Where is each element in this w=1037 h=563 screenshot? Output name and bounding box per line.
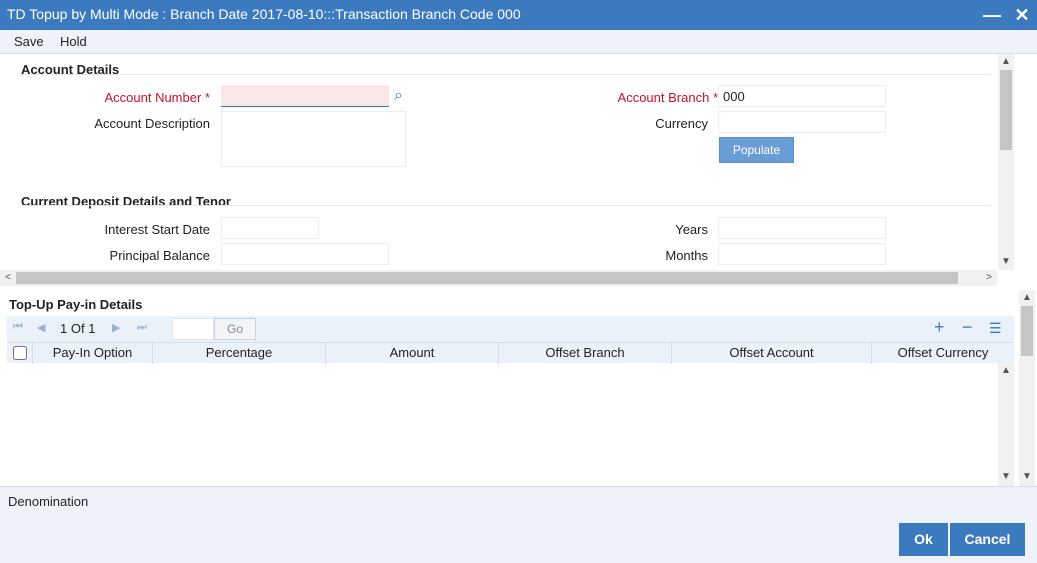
go-button[interactable]: Go <box>214 318 256 340</box>
section-divider <box>21 74 991 75</box>
populate-button[interactable]: Populate <box>719 137 794 163</box>
scroll-down-icon[interactable]: ▼ <box>1020 471 1034 483</box>
grid-header: Pay-In Option Percentage Amount Offset B… <box>7 342 1014 364</box>
page-indicator: 1 Of 1 <box>60 321 96 336</box>
currency-label: Currency <box>655 116 708 131</box>
previous-page-icon[interactable]: ◀ <box>37 321 45 334</box>
principal-balance-label: Principal Balance <box>109 248 210 263</box>
title-bar: TD Topup by Multi Mode : Branch Date 201… <box>0 0 1037 30</box>
scroll-up-icon[interactable]: ▲ <box>999 365 1013 377</box>
hold-menu-item[interactable]: Hold <box>60 34 87 49</box>
account-description-field[interactable] <box>221 111 406 167</box>
first-page-icon[interactable]: ⏮ <box>13 321 23 334</box>
scroll-left-icon[interactable]: < <box>1 272 15 284</box>
interest-start-date-label: Interest Start Date <box>104 222 211 237</box>
scroll-down-icon[interactable]: ▼ <box>999 256 1013 268</box>
remove-row-icon[interactable]: − <box>962 317 973 338</box>
panel-vertical-scrollbar[interactable]: ▲ ▼ <box>1019 290 1035 486</box>
account-branch-label: Account Branch * <box>617 90 718 105</box>
deposit-details-heading: Current Deposit Details and Tenor <box>21 194 231 209</box>
form-horizontal-scrollbar[interactable]: < > <box>0 270 997 286</box>
column-header[interactable]: Percentage <box>153 343 326 364</box>
grid-vertical-scrollbar[interactable]: ▲ ▼ <box>998 363 1014 486</box>
principal-balance-field[interactable] <box>221 243 389 265</box>
column-header[interactable]: Offset Account <box>672 343 872 364</box>
minimize-button[interactable]: — <box>980 3 1004 27</box>
select-all-checkbox[interactable] <box>12 346 27 360</box>
denomination-link[interactable]: Denomination <box>8 494 88 509</box>
page-number-input[interactable] <box>172 318 214 340</box>
form-vertical-scrollbar[interactable]: ▲ ▼ <box>998 54 1014 270</box>
cancel-button[interactable]: Cancel <box>950 523 1025 556</box>
account-number-label: Account Number * <box>104 90 210 105</box>
form-panel: Account Details Account Number * ⌕ Accou… <box>0 54 1037 286</box>
years-field[interactable] <box>718 217 886 239</box>
ok-button[interactable]: Ok <box>899 523 948 556</box>
add-row-icon[interactable]: + <box>934 317 945 338</box>
footer: Ok Cancel <box>0 516 1037 563</box>
account-branch-field[interactable]: 000 <box>718 85 886 107</box>
scroll-thumb[interactable] <box>1000 70 1012 150</box>
scroll-down-icon[interactable]: ▼ <box>999 471 1013 483</box>
scroll-up-icon[interactable]: ▲ <box>999 56 1013 68</box>
next-page-icon[interactable]: ▶ <box>112 321 120 334</box>
payin-heading: Top-Up Pay-in Details <box>9 297 143 312</box>
account-description-label: Account Description <box>94 116 210 131</box>
payin-panel: Top-Up Pay-in Details ⏮ ◀ 1 Of 1 ▶ ⏭ Go … <box>0 290 1037 486</box>
months-label: Months <box>665 248 708 263</box>
denomination-bar: Denomination <box>0 486 1037 516</box>
menu-bar: Save Hold <box>0 30 1037 54</box>
column-header[interactable]: Pay-In Option <box>33 343 153 364</box>
currency-field[interactable] <box>718 111 886 133</box>
scroll-up-icon[interactable]: ▲ <box>1020 292 1034 304</box>
last-page-icon[interactable]: ⏭ <box>137 321 147 334</box>
column-header[interactable]: Amount <box>326 343 499 364</box>
column-header[interactable]: Offset Currency <box>872 343 1014 364</box>
scroll-thumb[interactable] <box>1021 306 1033 356</box>
grid-toolbar: ⏮ ◀ 1 Of 1 ▶ ⏭ Go + − ☰ <box>7 316 1014 342</box>
months-field[interactable] <box>718 243 886 265</box>
select-all-cell <box>7 343 33 364</box>
scroll-thumb[interactable] <box>16 272 958 284</box>
account-number-input[interactable] <box>221 85 389 107</box>
column-header[interactable]: Offset Branch <box>499 343 672 364</box>
years-label: Years <box>675 222 708 237</box>
save-menu-item[interactable]: Save <box>14 34 44 49</box>
search-icon[interactable]: ⌕ <box>394 87 403 105</box>
section-divider <box>21 205 991 206</box>
close-icon[interactable]: ✕ <box>1010 3 1034 27</box>
window-title: TD Topup by Multi Mode : Branch Date 201… <box>7 6 521 22</box>
interest-start-date-field[interactable] <box>221 217 319 239</box>
scroll-right-icon[interactable]: > <box>982 272 996 284</box>
list-view-icon[interactable]: ☰ <box>989 320 1002 337</box>
